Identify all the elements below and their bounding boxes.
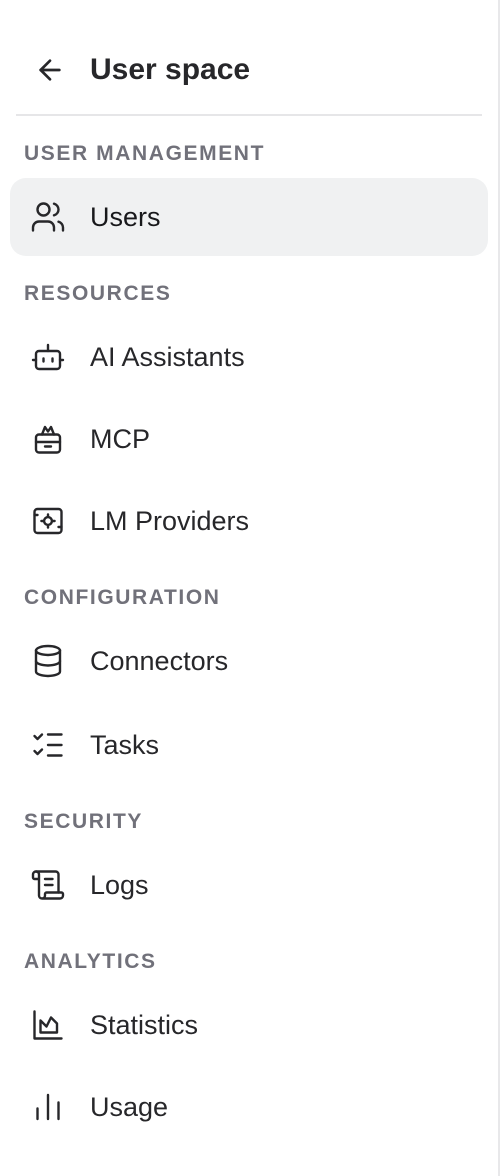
section-label-user-management: USER MANAGEMENT [24, 142, 266, 165]
sidebar-item-label: Statistics [90, 1010, 199, 1040]
section-label-analytics: ANALYTICS [24, 950, 157, 973]
sidebar-item-label: MCP [90, 424, 150, 454]
scroll-icon [30, 867, 66, 903]
chart-area-icon [30, 1007, 66, 1043]
header-divider [16, 114, 482, 116]
users-icon [30, 199, 66, 235]
package-icon [30, 421, 66, 457]
bar-chart-icon [30, 1089, 66, 1125]
section-label-configuration: CONFIGURATION [24, 586, 221, 609]
page-title: User space [90, 53, 251, 86]
sidebar-item-lm-providers[interactable]: LM Providers [10, 482, 488, 560]
sidebar-item-label: Usage [90, 1092, 169, 1122]
sidebar-item-label: Logs [90, 870, 149, 900]
section-label-security: SECURITY [24, 810, 143, 833]
sidebar-item-label: AI Assistants [90, 342, 245, 372]
sidebar-item-ai-assistants[interactable]: AI Assistants [10, 318, 488, 396]
sidebar-item-label: Tasks [90, 730, 160, 760]
sidebar-header: User space [0, 0, 498, 116]
sidebar-item-tasks[interactable]: Tasks [10, 706, 488, 784]
sidebar-item-label: Users [90, 202, 161, 232]
sidebar-item-label: Connectors [90, 646, 229, 676]
sidebar-item-users[interactable]: Users [10, 178, 488, 256]
sidebar-item-connectors[interactable]: Connectors [10, 622, 488, 700]
list-checks-icon [30, 727, 66, 763]
database-icon [30, 643, 66, 679]
sidebar-item-mcp[interactable]: MCP [10, 400, 488, 478]
back-button[interactable] [30, 50, 70, 90]
cpu-settings-icon [30, 503, 66, 539]
sidebar-item-logs[interactable]: Logs [10, 846, 488, 924]
sidebar-item-usage[interactable]: Usage [10, 1068, 488, 1146]
bot-icon [30, 339, 66, 375]
arrow-left-icon [39, 59, 61, 81]
sidebar-item-statistics[interactable]: Statistics [10, 986, 488, 1064]
section-label-resources: RESOURCES [24, 282, 172, 305]
sidebar-item-label: LM Providers [90, 506, 250, 536]
